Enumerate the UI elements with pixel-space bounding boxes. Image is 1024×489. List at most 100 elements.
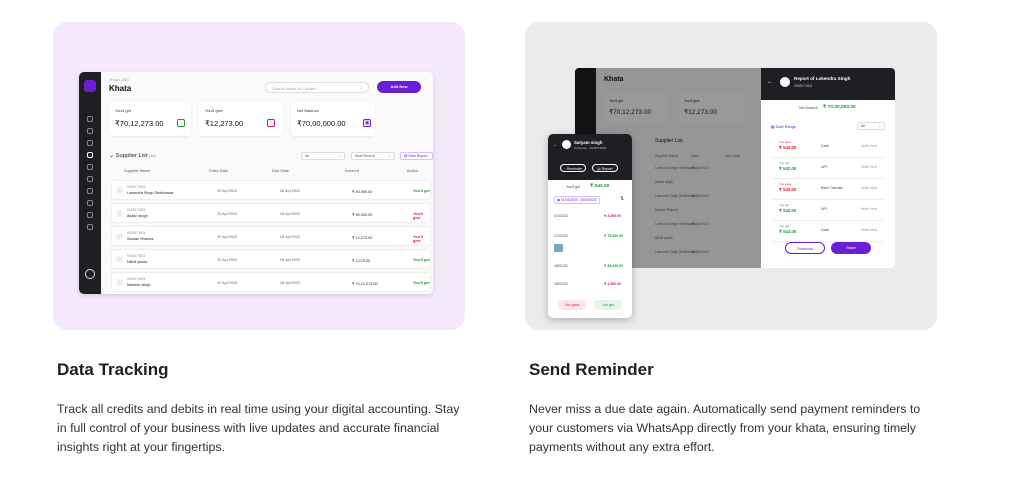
col-due-date: Due Date (272, 168, 289, 173)
wallet-icon: ▣ (363, 119, 371, 127)
report-panel: ← Report of Lokendra Singh 9638573804 Ne… (761, 68, 895, 268)
tx-amount: ₹ 1,500.00 (604, 282, 622, 286)
net-balance-value: ₹ 70,00,000.00 (823, 105, 856, 110)
logout-icon[interactable] (87, 224, 93, 230)
entry-note: Note Here (861, 228, 877, 232)
invoice-icon[interactable] (87, 188, 93, 194)
entry-label: You got (779, 203, 790, 207)
table-row[interactable]: 9638573804 Akash singh 20 Apr'2023 28 Ap… (111, 203, 431, 223)
avatar (116, 187, 123, 194)
table-header: Supplier Name Entry Date Due Date Amount… (109, 168, 429, 176)
entry-label: You got (779, 224, 790, 228)
row-entry-date: 20 Apr'2023 (217, 281, 238, 285)
entry-mode: UPI (821, 165, 827, 169)
row-action[interactable]: You'll give (413, 235, 430, 243)
search-input[interactable]: Search Name or Contact ⌕ (265, 82, 369, 93)
report-title: Report of Lokendra Singh (794, 76, 851, 81)
row-name: Saurav Sharma (127, 237, 154, 241)
chevron-down-icon: ⌄ (388, 154, 391, 158)
sort-select[interactable]: Most Recent ⌄ (351, 152, 395, 160)
reminder-button[interactable]: ◌ Reminder (560, 164, 586, 172)
date-range-chip[interactable]: ▦ 01/04/2023 - 30/04/2023 (554, 196, 600, 204)
table-row[interactable]: 9638573804 Nikhil yadav 20 Apr'2023 28 A… (111, 249, 431, 269)
stat-value: ₹70,12,273.00 (115, 119, 164, 128)
you-gave-button[interactable]: You gave (558, 300, 586, 310)
range-value: All (861, 124, 865, 128)
feature-title-data-tracking: Data Tracking (57, 360, 169, 379)
main-content: 29 Apr, 2023 Khata Search Name or Contac… (101, 72, 433, 294)
chevron-down-icon[interactable]: ⌄ (109, 153, 114, 159)
stat-card-get: You'll get ₹70,12,273.00 ↓ (109, 102, 191, 136)
filter-select[interactable]: All ⌄ (301, 152, 345, 160)
report-button[interactable]: ▤ Report (592, 164, 618, 172)
tx-date: 18/02/23 (554, 282, 568, 286)
row-name: Akash singh (127, 214, 148, 218)
share-button[interactable]: Share (831, 242, 871, 254)
entry-mode: Bank Transfer (821, 186, 843, 190)
date-range-button[interactable]: ▦ Date Range (771, 124, 796, 129)
row-action[interactable]: You'll get (413, 258, 430, 262)
bank-icon[interactable] (87, 176, 93, 182)
report-icon: ▤ (404, 154, 408, 158)
receipt-image[interactable] (554, 244, 563, 252)
row-entry-date: 20 Apr'2023 (217, 258, 238, 262)
avatar (116, 233, 123, 240)
row-action[interactable]: You'll give (413, 212, 430, 220)
balance-value: ₹ 542.00 (590, 184, 610, 189)
khata-dashboard-mockup: 29 Apr, 2023 Khata Search Name or Contac… (79, 72, 433, 294)
report-icon[interactable] (87, 200, 93, 206)
row-due-date: 28 Apr'2023 (280, 258, 301, 262)
date-range-label: Date Range (775, 125, 796, 129)
page-title: Khata (109, 84, 132, 93)
phone-mockup: ← Satyam singh Customer · 9638573804 ◌ R… (548, 134, 632, 318)
row-due-date: 28 Apr'2023 (280, 235, 301, 239)
row-due-date: 28 Apr'2023 (280, 281, 301, 285)
filter-icon[interactable]: ⇅ (620, 196, 624, 202)
app-logo (84, 80, 96, 92)
stat-value: ₹12,273.00 (205, 119, 244, 128)
you-got-button[interactable]: You got (594, 300, 622, 310)
range-select[interactable]: All ⌄ (857, 122, 885, 130)
entry-row[interactable]: You gave ₹ 542.00 Bank Transfer Note Her… (771, 180, 885, 200)
tx-date: 18/02/23 (554, 264, 568, 268)
back-arrow-icon[interactable]: ← (553, 142, 558, 148)
entry-row[interactable]: You got ₹ 542.00 Cash Note Here (771, 222, 885, 242)
feature-desc-send-reminder: Never miss a due date again. Automatical… (529, 402, 921, 454)
row-action[interactable]: You'll get (413, 189, 430, 193)
arrow-down-icon: ↓ (177, 119, 185, 127)
row-due-date: 28 Apr'2023 (280, 212, 301, 216)
users-icon[interactable] (87, 164, 93, 170)
customer-name: Satyam singh (574, 140, 603, 145)
view-report-button[interactable]: ▤ View Report (400, 152, 433, 160)
row-entry-date: 20 Apr'2023 (217, 189, 238, 193)
stat-card-give: You'll give ₹12,273.00 ↑ (199, 102, 283, 136)
entry-row[interactable]: You gave ₹ 542.00 Cash Note Here (771, 138, 885, 158)
back-arrow-icon[interactable]: ← (767, 79, 773, 85)
chart-icon[interactable] (87, 140, 93, 146)
settings-icon[interactable] (87, 212, 93, 218)
customer-sub: Customer · 9638573804 (574, 146, 607, 150)
stat-label: Net Balance (297, 108, 319, 113)
filter-value: All (305, 154, 309, 158)
entry-label: You gave (779, 140, 792, 144)
stat-label: You'll get (115, 108, 131, 113)
add-new-button[interactable]: Add New (377, 81, 421, 93)
entry-row[interactable]: You got ₹ 542.00 UPI Note Here (771, 159, 885, 179)
entry-row[interactable]: You got ₹ 542.00 UPI Note Here (771, 201, 885, 221)
entry-note: Note Here (861, 186, 877, 190)
wallet-icon[interactable] (87, 128, 93, 134)
search-icon: ⌕ (360, 85, 363, 91)
khata-icon[interactable] (87, 152, 93, 158)
table-row[interactable]: 9638573804 Mahesh singh 20 Apr'2023 28 A… (111, 272, 431, 292)
home-icon[interactable] (87, 116, 93, 122)
help-icon[interactable] (85, 269, 95, 279)
download-button[interactable]: Download (785, 242, 825, 254)
table-row[interactable]: 9638573804 Saurav Sharma 20 Apr'2023 28 … (111, 226, 431, 246)
entry-value: ₹ 542.00 (779, 166, 797, 171)
table-row[interactable]: 9638573804 Lokendra Singh Shekhawat 20 A… (111, 180, 431, 200)
entry-value: ₹ 542.00 (779, 145, 797, 150)
entry-value: ₹ 542.00 (779, 229, 797, 234)
net-balance-label: Net Balance (799, 106, 819, 110)
date-range-value: 01/04/2023 - 30/04/2023 (561, 198, 597, 202)
row-action[interactable]: You'll get (413, 281, 430, 285)
